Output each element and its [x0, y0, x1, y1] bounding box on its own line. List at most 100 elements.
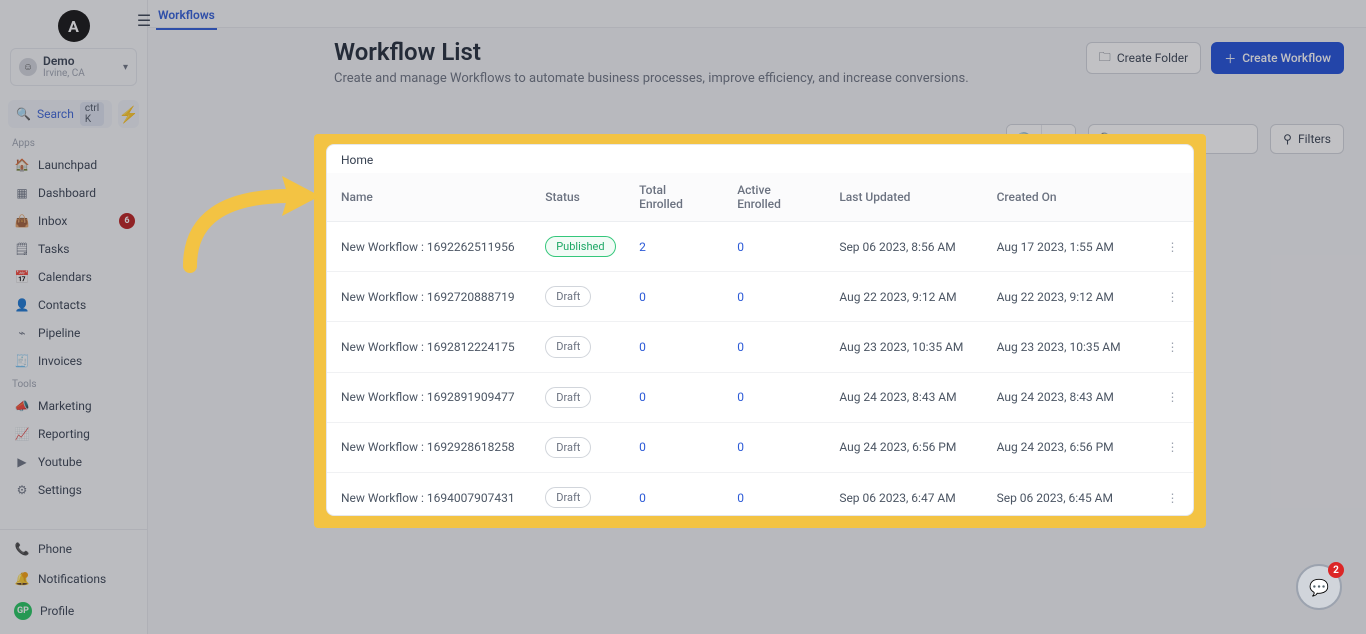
button-label: Filters [1298, 132, 1331, 146]
cell-last-updated: Aug 24 2023, 8:43 AM [825, 372, 982, 422]
page-header: Workflow List Create and manage Workflow… [148, 28, 1366, 88]
tab-workflows[interactable]: Workflows [156, 4, 217, 26]
org-avatar[interactable]: A [58, 10, 90, 42]
sidebar-item-label: Calendars [38, 270, 92, 284]
search-shortcut: ctrl K [80, 102, 104, 126]
search-icon: 🔍 [16, 107, 31, 121]
sidebar-item-settings[interactable]: ⚙Settings [0, 476, 147, 504]
table-row[interactable]: New Workflow : 1692262511956Published20S… [327, 222, 1193, 272]
chat-launcher[interactable]: 💬 2 [1296, 564, 1342, 610]
sidebar-item-label: Marketing [38, 399, 92, 413]
cell-total-enrolled[interactable]: 0 [625, 272, 723, 322]
table-row[interactable]: New Workflow : 1692928618258 Draft 00 Aug 2… [327, 422, 1193, 472]
sidebar-item-tasks[interactable]: 🗒Tasks [0, 235, 147, 263]
topbar: Workflows [148, 0, 1366, 28]
table-row[interactable]: New Workflow : 1694007907431Draft00Sep 0… [327, 472, 1193, 516]
table-row[interactable]: New Workflow : 1692812224175Draft00Aug 2… [327, 322, 1193, 372]
invoices-icon: 🧾 [14, 354, 30, 368]
global-search[interactable]: 🔍 Search ctrl K [8, 100, 112, 128]
person-icon: ☺ [19, 58, 37, 76]
quick-actions-button[interactable]: ⚡ [118, 100, 139, 128]
youtube-icon: ▶ [14, 455, 30, 469]
sidebar-item-contacts[interactable]: 👤 Contacts [0, 291, 147, 319]
cell-name[interactable]: New Workflow : 1692262511956 [327, 222, 531, 272]
sidebar-toggle[interactable]: ☰ [132, 8, 156, 32]
cell-active-enrolled[interactable]: 0 [723, 422, 825, 472]
cell-name[interactable]: New Workflow : 1692928618258 [327, 422, 531, 472]
cell-active-enrolled[interactable]: 0 [723, 272, 825, 322]
create-workflow-button[interactable]: ＋ Create Workflow [1211, 42, 1344, 74]
cell-total-enrolled[interactable]: 0 [625, 422, 723, 472]
cell-created-on: Aug 24 2023, 8:43 AM [983, 372, 1153, 422]
cell-name[interactable]: New Workflow : 1692891909477 [327, 372, 531, 422]
col-status[interactable]: Status [531, 173, 625, 222]
cell-active-enrolled[interactable]: 0 [723, 472, 825, 516]
highlight-frame: Home Name Status Total Enrolled Active E… [314, 134, 1206, 528]
sidebar: A ☺ Demo Irvine, CA ▾ 🔍 Search ctrl K ⚡ … [0, 0, 148, 634]
settings-icon: ⚙ [14, 483, 30, 497]
cell-name[interactable]: New Workflow : 1692812224175 [327, 322, 531, 372]
cell-status: Draft [531, 372, 625, 422]
page-title: Workflow List [334, 38, 969, 66]
contacts-icon: 👤 [14, 298, 30, 312]
org-name: Demo [43, 55, 117, 68]
cell-active-enrolled[interactable]: 0 [723, 372, 825, 422]
kebab-icon: ⋮ [1167, 240, 1179, 254]
breadcrumb[interactable]: Home [327, 145, 1193, 173]
sidebar-item-invoices[interactable]: 🧾Invoices [0, 347, 147, 375]
sidebar-item-youtube[interactable]: ▶Youtube [0, 448, 147, 476]
cell-status: Draft [531, 272, 625, 322]
sidebar-item-inbox[interactable]: 👜Inbox6 [0, 207, 147, 235]
cell-total-enrolled[interactable]: 2 [625, 222, 723, 272]
org-switcher[interactable]: ☺ Demo Irvine, CA ▾ [10, 48, 137, 86]
chat-unread-badge: 2 [1328, 562, 1344, 578]
cell-total-enrolled[interactable]: 0 [625, 372, 723, 422]
row-actions-button[interactable]: ⋮ [1152, 372, 1193, 422]
status-badge: Draft [545, 437, 591, 458]
row-actions-button[interactable]: ⋮ [1152, 422, 1193, 472]
sidebar-item-profile[interactable]: GP Profile [0, 594, 147, 628]
col-total-enrolled[interactable]: Total Enrolled [625, 173, 723, 222]
cell-active-enrolled[interactable]: 0 [723, 322, 825, 372]
status-badge: Published [545, 236, 615, 257]
cell-created-on: Aug 24 2023, 6:56 PM [983, 422, 1153, 472]
kebab-icon: ⋮ [1167, 290, 1179, 304]
col-last-updated[interactable]: Last Updated [825, 173, 982, 222]
search-label: Search [37, 107, 74, 121]
filters-button[interactable]: ⚲ Filters [1270, 124, 1344, 154]
sidebar-item-launchpad[interactable]: 🏠 Launchpad [0, 151, 147, 179]
cell-active-enrolled[interactable]: 0 [723, 222, 825, 272]
cell-last-updated: Sep 06 2023, 6:47 AM [825, 472, 982, 516]
kebab-icon: ⋮ [1167, 390, 1179, 404]
table-row[interactable]: New Workflow : 1692891909477Draft00Aug 2… [327, 372, 1193, 422]
sidebar-item-label: Launchpad [38, 158, 97, 172]
cell-total-enrolled[interactable]: 0 [625, 472, 723, 516]
create-folder-button[interactable]: 🗀 Create Folder [1086, 42, 1201, 74]
row-actions-button[interactable]: ⋮ [1152, 472, 1193, 516]
sidebar-item-notifications[interactable]: 🔔 Notifications [0, 564, 147, 594]
row-actions-button[interactable]: ⋮ [1152, 272, 1193, 322]
launchpad-icon: 🏠 [14, 158, 30, 172]
col-name[interactable]: Name [327, 173, 531, 222]
cell-name[interactable]: New Workflow : 1694007907431 [327, 472, 531, 516]
col-active-enrolled[interactable]: Active Enrolled [723, 173, 825, 222]
table-row[interactable]: New Workflow : 1692720888719Draft00Aug 2… [327, 272, 1193, 322]
kebab-icon: ⋮ [1167, 491, 1179, 505]
sidebar-item-reporting[interactable]: 📈Reporting [0, 420, 147, 448]
sidebar-item-phone[interactable]: 📞 Phone [0, 534, 147, 564]
col-created-on[interactable]: Created On [983, 173, 1153, 222]
tasks-icon: 🗒 [14, 242, 30, 256]
sidebar-item-calendars[interactable]: 📅Calendars [0, 263, 147, 291]
filter-icon: ⚲ [1283, 132, 1292, 146]
sidebar-item-marketing[interactable]: 📣Marketing [0, 392, 147, 420]
cell-name[interactable]: New Workflow : 1692720888719 [327, 272, 531, 322]
cell-status: Draft [531, 422, 625, 472]
cell-status: Draft [531, 472, 625, 516]
cell-total-enrolled[interactable]: 0 [625, 322, 723, 372]
sidebar-item-label: Contacts [38, 298, 86, 312]
row-actions-button[interactable]: ⋮ [1152, 322, 1193, 372]
notification-dot [22, 572, 28, 578]
sidebar-item-pipeline[interactable]: ⌁Pipeline [0, 319, 147, 347]
sidebar-item-dashboard[interactable]: ▦Dashboard [0, 179, 147, 207]
row-actions-button[interactable]: ⋮ [1152, 222, 1193, 272]
